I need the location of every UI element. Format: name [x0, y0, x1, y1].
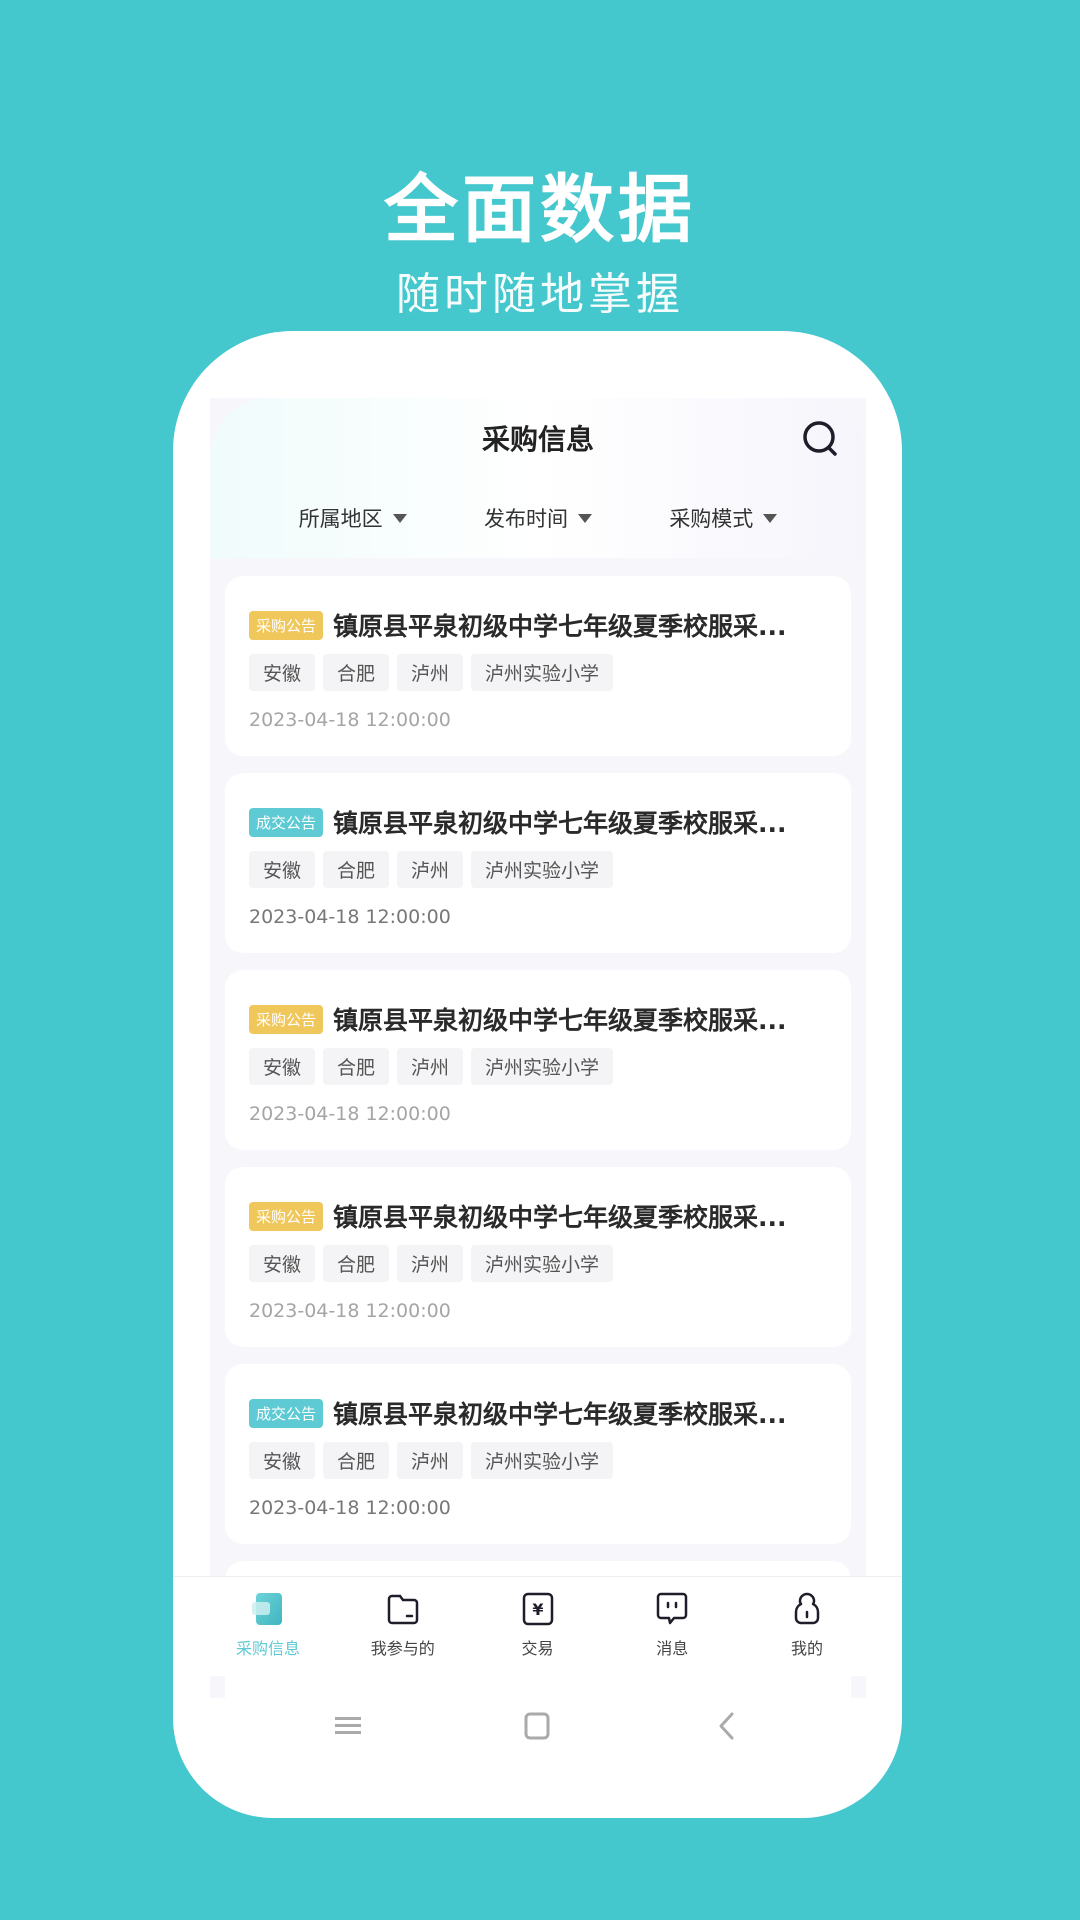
tag: 泸州实验小学 — [471, 654, 614, 691]
tag: 安徽 — [249, 654, 316, 691]
tag: 合肥 — [323, 851, 390, 888]
type-badge: 采购公告 — [249, 610, 324, 640]
back-icon — [719, 1712, 734, 1740]
filter-label: 发布时间 — [483, 507, 568, 531]
search-button[interactable] — [800, 418, 844, 462]
back-button[interactable] — [702, 1701, 752, 1751]
tag: 泸州 — [397, 1245, 464, 1282]
list-item[interactable]: 成交公告 镇原县平泉初级中学七年级夏季校服采... 安徽 合肥 泸州 泸州实验小… — [225, 773, 851, 953]
list-item[interactable]: 采购公告 镇原县平泉初级中学七年级夏季校服采... 安徽 合肥 泸州 泸州实验小… — [225, 1167, 851, 1347]
hero-subtitle: 随时随地掌握 — [396, 269, 684, 320]
tab-trade[interactable]: ¥ 交易 — [473, 1577, 603, 1676]
tab-label: 消息 — [656, 1639, 689, 1658]
caret-down-icon — [577, 513, 592, 523]
page-title: 采购信息 — [481, 423, 594, 456]
tag: 泸州 — [397, 654, 464, 691]
svg-text:¥: ¥ — [532, 1600, 543, 1619]
procurement-list: 采购公告 镇原县平泉初级中学七年级夏季校服采... 安徽 合肥 泸州 泸州实验小… — [225, 576, 851, 1698]
tag: 泸州实验小学 — [471, 1442, 614, 1479]
app-screen: 采购信息 所属地区 发布时间 采购模式 采购公告 镇原县平泉初级中学七年级夏季校… — [210, 398, 866, 1698]
tab-procurement-info[interactable]: 采购信息 — [203, 1577, 333, 1676]
tag: 合肥 — [323, 654, 390, 691]
list-item[interactable]: 成交公告 镇原县平泉初级中学七年级夏季校服采... 安徽 合肥 泸州 泸州实验小… — [225, 1364, 851, 1544]
item-date: 2023-04-18 12:00:00 — [249, 1497, 451, 1519]
tag: 泸州 — [397, 1048, 464, 1085]
tag: 泸州实验小学 — [471, 851, 614, 888]
bottom-tab-bar: 采购信息 我参与的 ¥ 交易 消息 我的 — [173, 1576, 902, 1676]
tag-list: 安徽 合肥 泸州 泸州实验小学 — [249, 654, 827, 691]
item-date: 2023-04-18 12:00:00 — [249, 1300, 451, 1322]
list-item[interactable]: 采购公告 镇原县平泉初级中学七年级夏季校服采... 安徽 合肥 泸州 泸州实验小… — [225, 576, 851, 756]
tab-profile[interactable]: 我的 — [742, 1577, 872, 1676]
tag: 安徽 — [249, 1245, 316, 1282]
type-badge: 成交公告 — [249, 807, 324, 837]
info-icon — [252, 1593, 282, 1625]
tab-label: 交易 — [521, 1639, 554, 1658]
filter-purchase-mode[interactable]: 采购模式 — [669, 503, 778, 533]
tag-list: 安徽 合肥 泸州 泸州实验小学 — [249, 1442, 827, 1479]
item-title: 镇原县平泉初级中学七年级夏季校服采... — [333, 1400, 787, 1429]
system-nav-bar — [173, 1686, 902, 1766]
item-date: 2023-04-18 12:00:00 — [249, 1103, 451, 1125]
tag-list: 安徽 合肥 泸州 泸州实验小学 — [249, 1048, 827, 1085]
yen-icon: ¥ — [522, 1592, 553, 1626]
tab-messages[interactable]: 消息 — [607, 1577, 737, 1676]
tag: 安徽 — [249, 1048, 316, 1085]
message-icon — [657, 1592, 688, 1625]
filter-region[interactable]: 所属地区 — [299, 503, 407, 533]
tab-label: 采购信息 — [235, 1639, 300, 1658]
tab-label: 我的 — [790, 1639, 823, 1658]
filter-publish-time[interactable]: 发布时间 — [484, 503, 592, 533]
tag: 合肥 — [323, 1048, 390, 1085]
filter-bar: 所属地区 发布时间 采购模式 — [210, 488, 866, 548]
profile-icon — [794, 1592, 820, 1625]
caret-down-icon — [763, 513, 778, 523]
hero-title: 全面数据 — [384, 167, 696, 253]
tag-list: 安徽 合肥 泸州 泸州实验小学 — [249, 1245, 827, 1282]
home-icon — [524, 1712, 550, 1740]
tag: 泸州实验小学 — [471, 1245, 614, 1282]
tag: 合肥 — [323, 1245, 390, 1282]
list-item[interactable]: 采购公告 镇原县平泉初级中学七年级夏季校服采... 安徽 合肥 泸州 泸州实验小… — [225, 970, 851, 1150]
tag: 泸州实验小学 — [471, 1048, 614, 1085]
item-title: 镇原县平泉初级中学七年级夏季校服采... — [333, 1203, 787, 1232]
tag: 安徽 — [249, 851, 316, 888]
home-button[interactable] — [512, 1701, 562, 1751]
search-icon — [803, 421, 837, 456]
filter-label: 所属地区 — [298, 507, 383, 531]
app-header: 采购信息 所属地区 发布时间 采购模式 — [210, 398, 866, 558]
recent-apps-button[interactable] — [323, 1701, 373, 1751]
type-badge: 采购公告 — [249, 1004, 324, 1034]
item-title: 镇原县平泉初级中学七年级夏季校服采... — [333, 809, 787, 838]
tab-my-participation[interactable]: 我参与的 — [338, 1577, 468, 1676]
phone-mockup: 采购信息 所属地区 发布时间 采购模式 采购公告 镇原县平泉初级中学七年级夏季校… — [173, 331, 902, 1818]
tab-label: 我参与的 — [370, 1639, 435, 1658]
item-title: 镇原县平泉初级中学七年级夏季校服采... — [333, 612, 787, 641]
tag-list: 安徽 合肥 泸州 泸州实验小学 — [249, 851, 827, 888]
tag: 泸州 — [397, 1442, 464, 1479]
tag: 泸州 — [397, 851, 464, 888]
tag: 安徽 — [249, 1442, 316, 1479]
folder-icon — [387, 1594, 418, 1625]
item-date: 2023-04-18 12:00:00 — [249, 709, 451, 731]
menu-icon — [334, 1717, 361, 1734]
filter-label: 采购模式 — [669, 507, 754, 531]
item-title: 镇原县平泉初级中学七年级夏季校服采... — [333, 1006, 787, 1035]
type-badge: 成交公告 — [249, 1398, 324, 1428]
item-date: 2023-04-18 12:00:00 — [249, 906, 451, 928]
tag: 合肥 — [323, 1442, 390, 1479]
type-badge: 采购公告 — [249, 1201, 324, 1231]
caret-down-icon — [392, 513, 407, 523]
